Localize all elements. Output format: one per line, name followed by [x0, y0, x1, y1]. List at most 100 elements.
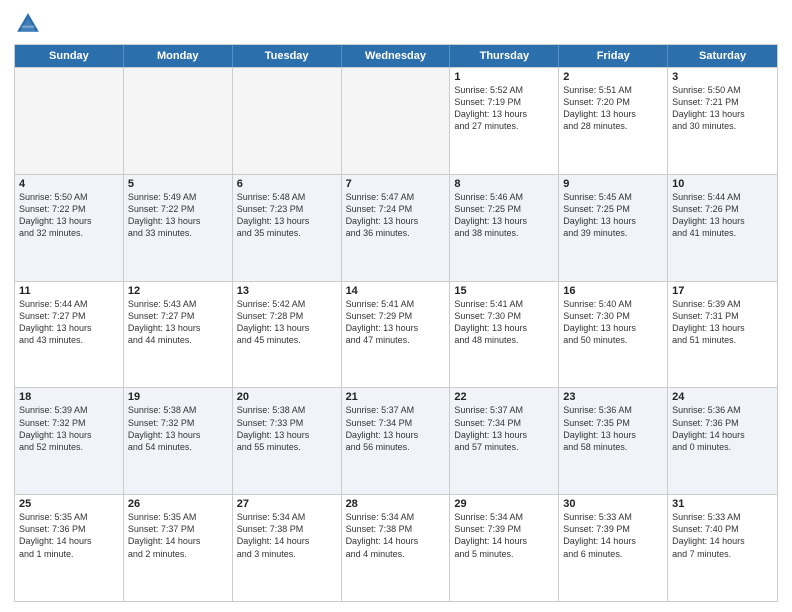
logo: [14, 10, 46, 38]
cell-info: Sunrise: 5:49 AMSunset: 7:22 PMDaylight:…: [128, 191, 228, 240]
day-number: 20: [237, 391, 337, 403]
cell-info: Sunrise: 5:34 AMSunset: 7:38 PMDaylight:…: [346, 511, 446, 560]
calendar-header: SundayMondayTuesdayWednesdayThursdayFrid…: [15, 45, 777, 67]
day-number: 11: [19, 285, 119, 297]
day-number: 15: [454, 285, 554, 297]
cal-cell-1: 1Sunrise: 5:52 AMSunset: 7:19 PMDaylight…: [450, 68, 559, 174]
cal-cell-4: 4Sunrise: 5:50 AMSunset: 7:22 PMDaylight…: [15, 175, 124, 281]
calendar-row-5: 25Sunrise: 5:35 AMSunset: 7:36 PMDayligh…: [15, 494, 777, 601]
day-number: 1: [454, 71, 554, 83]
calendar-row-2: 4Sunrise: 5:50 AMSunset: 7:22 PMDaylight…: [15, 174, 777, 281]
cal-cell-28: 28Sunrise: 5:34 AMSunset: 7:38 PMDayligh…: [342, 495, 451, 601]
cal-cell-22: 22Sunrise: 5:37 AMSunset: 7:34 PMDayligh…: [450, 388, 559, 494]
calendar-body: 1Sunrise: 5:52 AMSunset: 7:19 PMDaylight…: [15, 67, 777, 601]
day-number: 12: [128, 285, 228, 297]
day-number: 19: [128, 391, 228, 403]
day-number: 18: [19, 391, 119, 403]
day-number: 30: [563, 498, 663, 510]
header-day-sunday: Sunday: [15, 45, 124, 67]
cal-cell-8: 8Sunrise: 5:46 AMSunset: 7:25 PMDaylight…: [450, 175, 559, 281]
cal-cell-empty-0-0: [15, 68, 124, 174]
cal-cell-26: 26Sunrise: 5:35 AMSunset: 7:37 PMDayligh…: [124, 495, 233, 601]
cell-info: Sunrise: 5:50 AMSunset: 7:22 PMDaylight:…: [19, 191, 119, 240]
cal-cell-empty-0-2: [233, 68, 342, 174]
cal-cell-23: 23Sunrise: 5:36 AMSunset: 7:35 PMDayligh…: [559, 388, 668, 494]
cal-cell-21: 21Sunrise: 5:37 AMSunset: 7:34 PMDayligh…: [342, 388, 451, 494]
day-number: 2: [563, 71, 663, 83]
day-number: 6: [237, 178, 337, 190]
cell-info: Sunrise: 5:43 AMSunset: 7:27 PMDaylight:…: [128, 298, 228, 347]
day-number: 14: [346, 285, 446, 297]
day-number: 4: [19, 178, 119, 190]
day-number: 23: [563, 391, 663, 403]
cell-info: Sunrise: 5:33 AMSunset: 7:40 PMDaylight:…: [672, 511, 773, 560]
cal-cell-31: 31Sunrise: 5:33 AMSunset: 7:40 PMDayligh…: [668, 495, 777, 601]
cell-info: Sunrise: 5:35 AMSunset: 7:37 PMDaylight:…: [128, 511, 228, 560]
cell-info: Sunrise: 5:48 AMSunset: 7:23 PMDaylight:…: [237, 191, 337, 240]
cal-cell-20: 20Sunrise: 5:38 AMSunset: 7:33 PMDayligh…: [233, 388, 342, 494]
cell-info: Sunrise: 5:51 AMSunset: 7:20 PMDaylight:…: [563, 84, 663, 133]
cell-info: Sunrise: 5:39 AMSunset: 7:31 PMDaylight:…: [672, 298, 773, 347]
header-day-friday: Friday: [559, 45, 668, 67]
cell-info: Sunrise: 5:34 AMSunset: 7:39 PMDaylight:…: [454, 511, 554, 560]
cell-info: Sunrise: 5:44 AMSunset: 7:26 PMDaylight:…: [672, 191, 773, 240]
cal-cell-14: 14Sunrise: 5:41 AMSunset: 7:29 PMDayligh…: [342, 282, 451, 388]
cal-cell-5: 5Sunrise: 5:49 AMSunset: 7:22 PMDaylight…: [124, 175, 233, 281]
cal-cell-25: 25Sunrise: 5:35 AMSunset: 7:36 PMDayligh…: [15, 495, 124, 601]
cal-cell-3: 3Sunrise: 5:50 AMSunset: 7:21 PMDaylight…: [668, 68, 777, 174]
header: [14, 10, 778, 38]
cell-info: Sunrise: 5:50 AMSunset: 7:21 PMDaylight:…: [672, 84, 773, 133]
cal-cell-27: 27Sunrise: 5:34 AMSunset: 7:38 PMDayligh…: [233, 495, 342, 601]
day-number: 7: [346, 178, 446, 190]
day-number: 31: [672, 498, 773, 510]
calendar-row-4: 18Sunrise: 5:39 AMSunset: 7:32 PMDayligh…: [15, 387, 777, 494]
day-number: 21: [346, 391, 446, 403]
logo-icon: [14, 10, 42, 38]
cal-cell-29: 29Sunrise: 5:34 AMSunset: 7:39 PMDayligh…: [450, 495, 559, 601]
cal-cell-30: 30Sunrise: 5:33 AMSunset: 7:39 PMDayligh…: [559, 495, 668, 601]
day-number: 22: [454, 391, 554, 403]
cell-info: Sunrise: 5:37 AMSunset: 7:34 PMDaylight:…: [346, 404, 446, 453]
cell-info: Sunrise: 5:42 AMSunset: 7:28 PMDaylight:…: [237, 298, 337, 347]
cell-info: Sunrise: 5:33 AMSunset: 7:39 PMDaylight:…: [563, 511, 663, 560]
cell-info: Sunrise: 5:41 AMSunset: 7:30 PMDaylight:…: [454, 298, 554, 347]
calendar-row-1: 1Sunrise: 5:52 AMSunset: 7:19 PMDaylight…: [15, 67, 777, 174]
cell-info: Sunrise: 5:47 AMSunset: 7:24 PMDaylight:…: [346, 191, 446, 240]
cell-info: Sunrise: 5:40 AMSunset: 7:30 PMDaylight:…: [563, 298, 663, 347]
day-number: 29: [454, 498, 554, 510]
day-number: 16: [563, 285, 663, 297]
cell-info: Sunrise: 5:38 AMSunset: 7:33 PMDaylight:…: [237, 404, 337, 453]
day-number: 13: [237, 285, 337, 297]
cell-info: Sunrise: 5:39 AMSunset: 7:32 PMDaylight:…: [19, 404, 119, 453]
header-day-monday: Monday: [124, 45, 233, 67]
cal-cell-24: 24Sunrise: 5:36 AMSunset: 7:36 PMDayligh…: [668, 388, 777, 494]
cal-cell-18: 18Sunrise: 5:39 AMSunset: 7:32 PMDayligh…: [15, 388, 124, 494]
cell-info: Sunrise: 5:36 AMSunset: 7:35 PMDaylight:…: [563, 404, 663, 453]
day-number: 9: [563, 178, 663, 190]
day-number: 26: [128, 498, 228, 510]
header-day-wednesday: Wednesday: [342, 45, 451, 67]
header-day-tuesday: Tuesday: [233, 45, 342, 67]
cal-cell-12: 12Sunrise: 5:43 AMSunset: 7:27 PMDayligh…: [124, 282, 233, 388]
header-day-saturday: Saturday: [668, 45, 777, 67]
header-day-thursday: Thursday: [450, 45, 559, 67]
cal-cell-6: 6Sunrise: 5:48 AMSunset: 7:23 PMDaylight…: [233, 175, 342, 281]
cell-info: Sunrise: 5:46 AMSunset: 7:25 PMDaylight:…: [454, 191, 554, 240]
calendar-row-3: 11Sunrise: 5:44 AMSunset: 7:27 PMDayligh…: [15, 281, 777, 388]
cal-cell-13: 13Sunrise: 5:42 AMSunset: 7:28 PMDayligh…: [233, 282, 342, 388]
cell-info: Sunrise: 5:35 AMSunset: 7:36 PMDaylight:…: [19, 511, 119, 560]
day-number: 27: [237, 498, 337, 510]
cell-info: Sunrise: 5:37 AMSunset: 7:34 PMDaylight:…: [454, 404, 554, 453]
cell-info: Sunrise: 5:44 AMSunset: 7:27 PMDaylight:…: [19, 298, 119, 347]
cell-info: Sunrise: 5:34 AMSunset: 7:38 PMDaylight:…: [237, 511, 337, 560]
cal-cell-2: 2Sunrise: 5:51 AMSunset: 7:20 PMDaylight…: [559, 68, 668, 174]
cal-cell-10: 10Sunrise: 5:44 AMSunset: 7:26 PMDayligh…: [668, 175, 777, 281]
day-number: 8: [454, 178, 554, 190]
cal-cell-15: 15Sunrise: 5:41 AMSunset: 7:30 PMDayligh…: [450, 282, 559, 388]
page: SundayMondayTuesdayWednesdayThursdayFrid…: [0, 0, 792, 612]
cal-cell-empty-0-3: [342, 68, 451, 174]
cell-info: Sunrise: 5:45 AMSunset: 7:25 PMDaylight:…: [563, 191, 663, 240]
cell-info: Sunrise: 5:38 AMSunset: 7:32 PMDaylight:…: [128, 404, 228, 453]
day-number: 5: [128, 178, 228, 190]
cal-cell-17: 17Sunrise: 5:39 AMSunset: 7:31 PMDayligh…: [668, 282, 777, 388]
